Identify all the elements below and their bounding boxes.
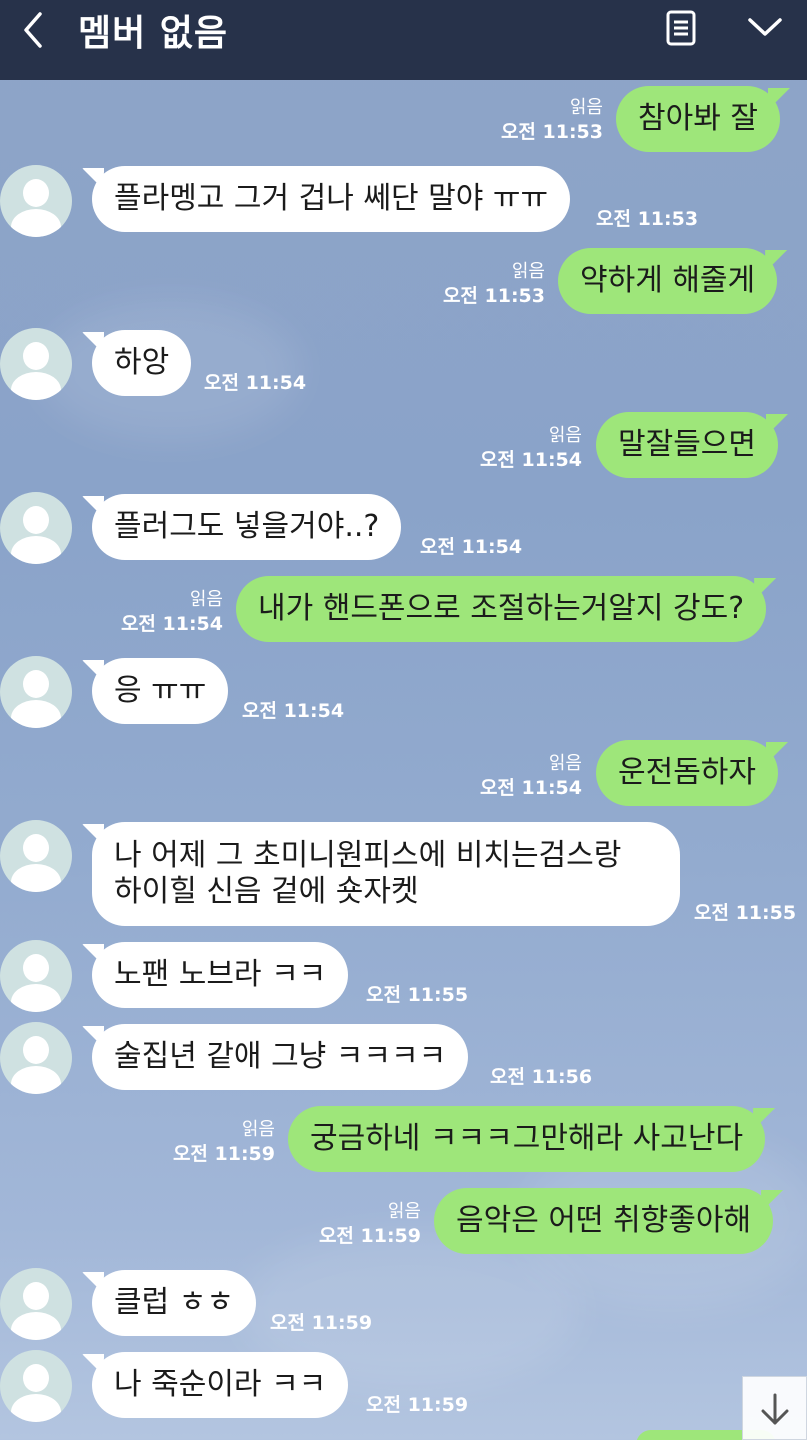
message-bubble-outgoing[interactable]: 궁금하네 ㅋㅋㅋ그만해라 사고난다	[288, 1106, 766, 1172]
message-time: 오전 11:55	[694, 902, 797, 924]
avatar[interactable]	[0, 165, 72, 237]
scroll-to-bottom-button[interactable]	[742, 1376, 807, 1440]
message-bubble-outgoing[interactable]: 내가 핸드폰으로 조절하는거알지 강도?	[236, 576, 767, 642]
message-bubble-incoming[interactable]: 플라멩고 그거 겁나 쎄단 말야 ㅠㅠ	[92, 166, 571, 232]
message-meta: 읽음 오전 11:59	[319, 1200, 421, 1248]
message-time: 오전 11:54	[120, 613, 223, 635]
message-bubble-outgoing[interactable]: 말잘들으면	[596, 412, 778, 478]
message-time: 오전 11:53	[596, 208, 699, 230]
message-line: 하이힐 신음 겉에 숏자켓	[114, 874, 419, 909]
message-bubble-incoming[interactable]: 응 ㅠㅠ	[92, 658, 229, 724]
list-icon	[666, 10, 696, 46]
message-bubble-outgoing[interactable]: 약하게 해줄게	[558, 248, 778, 314]
message-meta: 읽음 오전 11:54	[121, 588, 223, 636]
message-time: 오전 11:59	[270, 1312, 373, 1334]
message-time: 오전 11:56	[490, 1066, 593, 1088]
chevron-left-icon	[24, 12, 42, 48]
message-time: 오전 11:53	[442, 285, 545, 307]
read-receipt: 읽음	[548, 425, 582, 446]
message-time: 오전 11:55	[366, 984, 469, 1006]
message-bubble-incoming[interactable]: 나 죽순이라 ㅋㅋ	[92, 1352, 349, 1418]
menu-button[interactable]	[662, 8, 700, 48]
read-receipt: 읽음	[387, 1201, 421, 1222]
message-meta: 읽음 오전 11:59	[173, 1118, 275, 1166]
avatar[interactable]	[0, 940, 72, 1012]
chat-header: 멤버 없음	[0, 0, 807, 80]
read-receipt: 읽음	[511, 261, 545, 282]
chevron-down-icon	[748, 18, 782, 36]
read-receipt: 읽음	[548, 753, 582, 774]
message-bubble-outgoing[interactable]: 음악은 어떤 취향좋아해	[434, 1188, 774, 1254]
message-meta: 읽음 오전 11:54	[480, 752, 582, 800]
message-meta: 읽음 오전 11:53	[501, 96, 603, 144]
message-bubble-incoming[interactable]: 플러그도 넣을거야..?	[92, 494, 402, 560]
back-button[interactable]	[14, 6, 54, 50]
message-bubble-incoming[interactable]: 노팬 노브라 ㅋㅋ	[92, 942, 349, 1008]
message-time: 오전 11:53	[500, 121, 603, 143]
message-bubble-outgoing[interactable]: 참아봐 잘	[616, 86, 780, 152]
message-meta: 읽음 오전 11:54	[480, 424, 582, 472]
read-receipt: 읽음	[569, 97, 603, 118]
message-time: 오전 11:54	[479, 777, 582, 799]
avatar[interactable]	[0, 1268, 72, 1340]
message-bubble-incoming[interactable]: 술집년 같애 그냥 ㅋㅋㅋㅋ	[92, 1024, 469, 1090]
message-time: 오전 11:59	[318, 1225, 421, 1247]
avatar[interactable]	[0, 492, 72, 564]
avatar[interactable]	[0, 656, 72, 728]
message-meta: 읽음 오전 11:53	[443, 260, 545, 308]
message-bubble-outgoing[interactable]: 운전돔하자	[596, 740, 778, 806]
message-time: 오전 11:59	[366, 1394, 469, 1416]
read-receipt: 읽음	[241, 1119, 275, 1140]
message-time: 오전 11:54	[204, 372, 307, 394]
collapse-button[interactable]	[744, 10, 786, 44]
avatar[interactable]	[0, 1022, 72, 1094]
read-receipt: 읽음	[189, 589, 223, 610]
message-line: 나 어제 그 초미니원피스에 비치는검스랑	[114, 838, 622, 873]
message-time: 오전 11:54	[479, 449, 582, 471]
avatar[interactable]	[0, 820, 72, 892]
avatar[interactable]	[0, 328, 72, 400]
message-time: 오전 11:54	[242, 700, 345, 722]
message-bubble-incoming[interactable]: 나 어제 그 초미니원피스에 비치는검스랑 하이힐 신음 겉에 숏자켓	[92, 822, 680, 926]
chat-title: 멤버 없음	[78, 13, 229, 54]
message-bubble-incoming[interactable]: 하앙	[92, 330, 192, 396]
message-time: 오전 11:59	[172, 1143, 275, 1165]
message-bubble-incoming[interactable]: 클럽 ㅎㅎ	[92, 1270, 256, 1336]
message-time: 오전 11:54	[420, 536, 523, 558]
avatar[interactable]	[0, 1350, 72, 1422]
arrow-down-icon	[761, 1393, 789, 1425]
